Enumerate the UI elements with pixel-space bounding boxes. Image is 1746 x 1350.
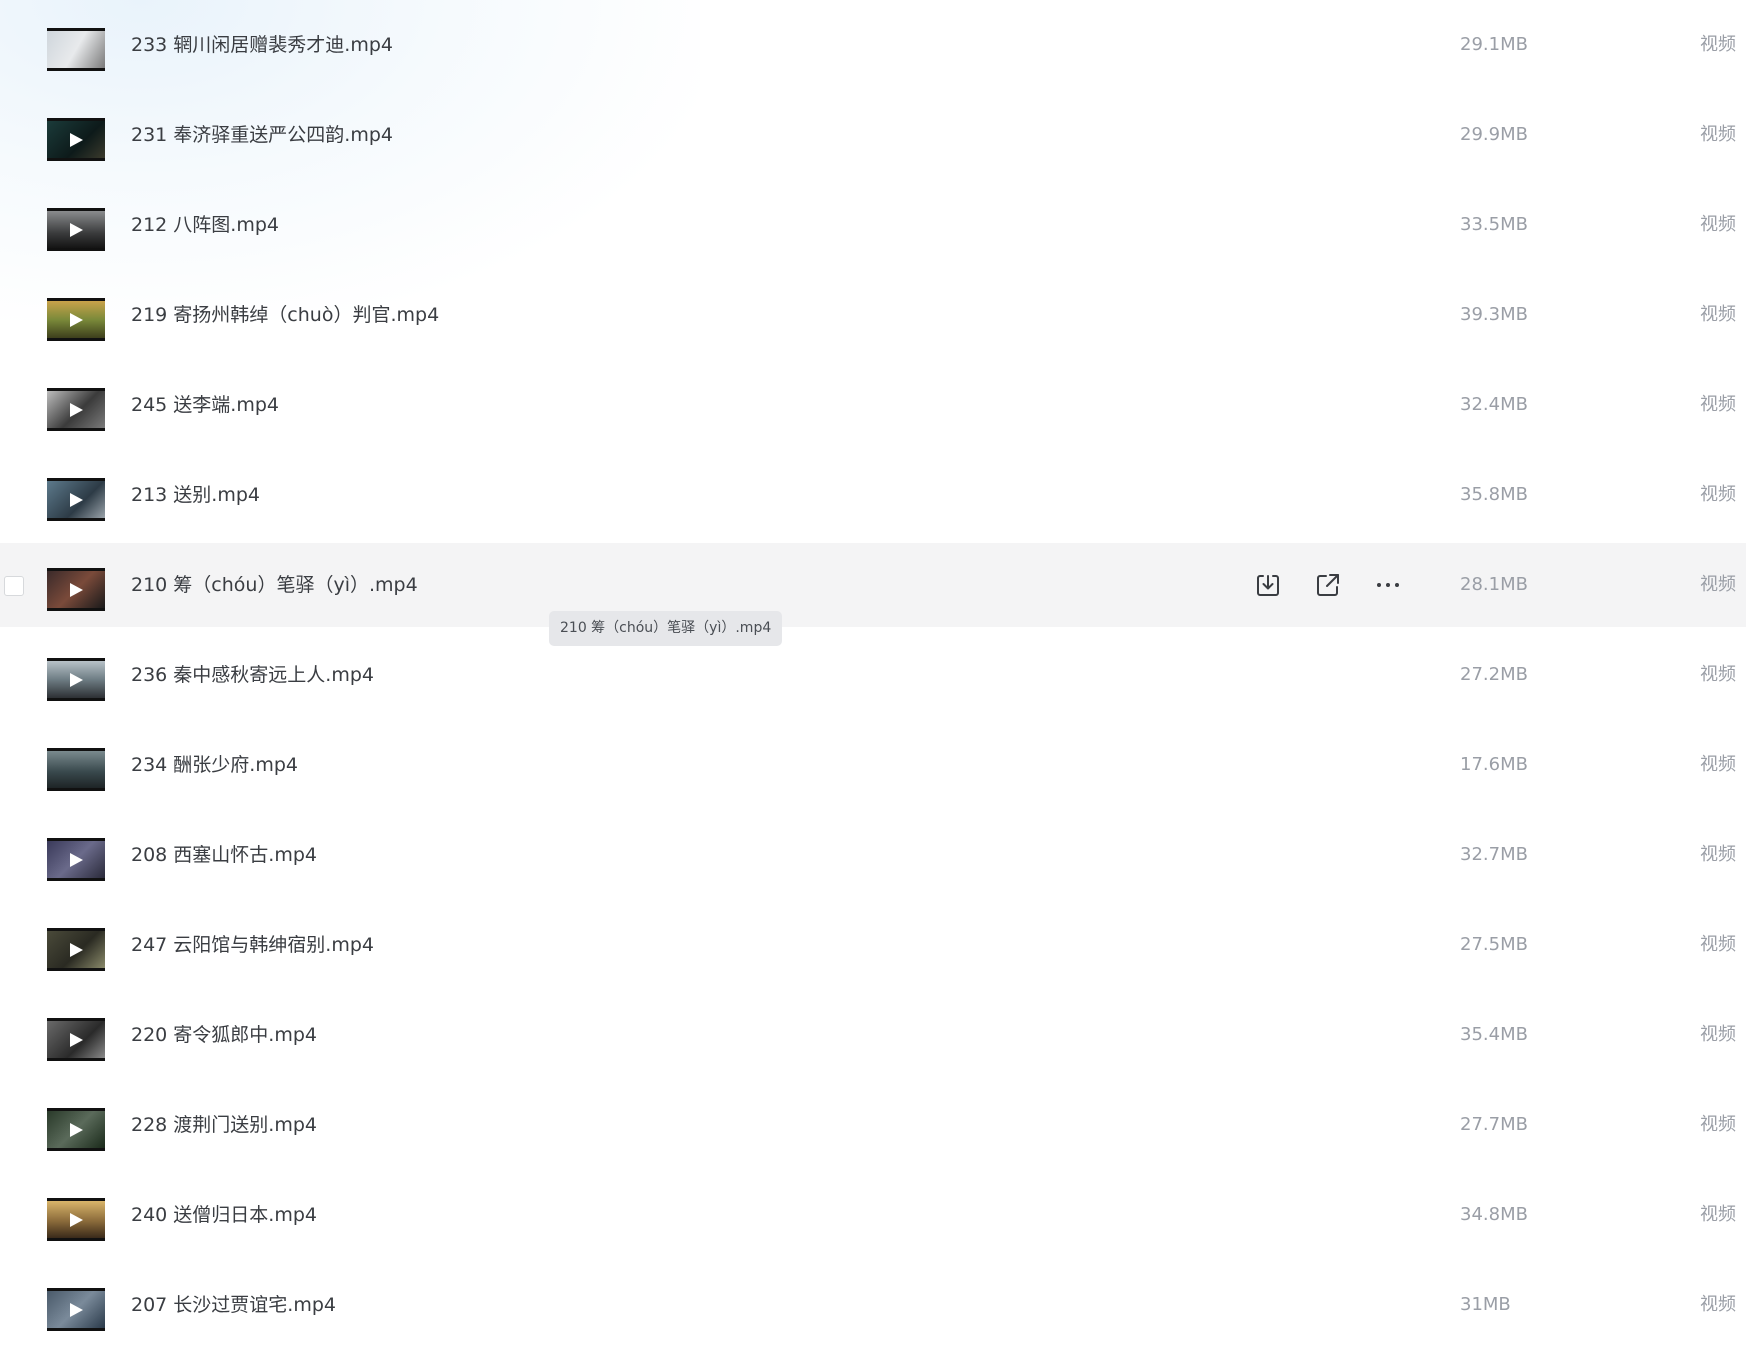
file-size: 17.6MB [1460, 754, 1528, 775]
file-type: 视频 [1700, 1114, 1736, 1135]
file-size: 27.5MB [1460, 934, 1528, 955]
file-name[interactable]: 231 奉济驿重送严公四韵.mp4 [131, 90, 393, 180]
video-thumbnail[interactable] [47, 118, 105, 161]
file-type: 视频 [1700, 754, 1736, 775]
file-type: 视频 [1700, 664, 1736, 685]
play-icon [70, 853, 83, 867]
video-thumbnail[interactable] [47, 388, 105, 431]
video-thumbnail[interactable] [47, 928, 105, 971]
play-icon [70, 313, 83, 327]
file-type: 视频 [1700, 304, 1736, 325]
file-size: 27.7MB [1460, 1114, 1528, 1135]
file-size: 35.4MB [1460, 1024, 1528, 1045]
file-name[interactable]: 212 八阵图.mp4 [131, 180, 279, 270]
row-checkbox[interactable] [4, 576, 24, 596]
file-name[interactable]: 247 云阳馆与韩绅宿别.mp4 [131, 900, 374, 990]
share-icon [1317, 574, 1339, 596]
play-icon [70, 223, 83, 237]
file-name[interactable]: 207 长沙过贾谊宅.mp4 [131, 1260, 336, 1350]
file-size: 35.8MB [1460, 484, 1528, 505]
video-thumbnail[interactable] [47, 1198, 105, 1241]
file-size: 33.5MB [1460, 214, 1528, 235]
file-row[interactable]: 233 辋川闲居赠裴秀才迪.mp4 29.1MB 视频 [0, 0, 1746, 90]
file-type: 视频 [1700, 214, 1736, 235]
file-type: 视频 [1700, 1204, 1736, 1225]
play-icon [70, 583, 83, 597]
video-thumbnail[interactable] [47, 28, 105, 71]
file-row[interactable]: 228 渡荆门送别.mp4 27.7MB 视频 [0, 1080, 1746, 1170]
video-thumbnail[interactable] [47, 658, 105, 701]
file-size: 32.7MB [1460, 844, 1528, 865]
file-name[interactable]: 234 酬张少府.mp4 [131, 720, 298, 810]
video-thumbnail[interactable] [47, 748, 105, 791]
play-icon [70, 493, 83, 507]
video-thumbnail[interactable] [47, 208, 105, 251]
file-size: 29.1MB [1460, 34, 1528, 55]
file-name[interactable]: 219 寄扬州韩绰（chuò）判官.mp4 [131, 270, 439, 360]
more-icon [1377, 583, 1399, 587]
video-thumbnail[interactable] [47, 1288, 105, 1331]
file-type: 视频 [1700, 34, 1736, 55]
file-size: 31MB [1460, 1294, 1511, 1315]
video-thumbnail[interactable] [47, 1018, 105, 1061]
file-list: 233 辋川闲居赠裴秀才迪.mp4 29.1MB 视频 231 奉济驿重送严公四… [0, 0, 1746, 1350]
play-icon [70, 673, 83, 687]
play-icon [70, 943, 83, 957]
file-name[interactable]: 245 送李端.mp4 [131, 360, 279, 450]
file-size: 28.1MB [1460, 574, 1528, 595]
file-name[interactable]: 240 送僧归日本.mp4 [131, 1170, 317, 1260]
file-name[interactable]: 233 辋川闲居赠裴秀才迪.mp4 [131, 0, 393, 90]
file-row[interactable]: 231 奉济驿重送严公四韵.mp4 29.9MB 视频 [0, 90, 1746, 180]
file-row[interactable]: 207 长沙过贾谊宅.mp4 31MB 视频 [0, 1260, 1746, 1350]
file-type: 视频 [1700, 394, 1736, 415]
file-name[interactable]: 228 渡荆门送别.mp4 [131, 1080, 317, 1170]
file-name[interactable]: 236 秦中感秋寄远上人.mp4 [131, 630, 374, 720]
file-row[interactable]: 213 送别.mp4 35.8MB 视频 [0, 450, 1746, 540]
download-icon [1257, 575, 1279, 596]
file-size: 34.8MB [1460, 1204, 1528, 1225]
video-thumbnail[interactable] [47, 478, 105, 521]
play-icon [70, 1213, 83, 1227]
file-size: 32.4MB [1460, 394, 1528, 415]
play-icon [70, 133, 83, 147]
file-size: 27.2MB [1460, 664, 1528, 685]
file-row[interactable]: 234 酬张少府.mp4 17.6MB 视频 [0, 720, 1746, 810]
file-row[interactable]: 212 八阵图.mp4 33.5MB 视频 [0, 180, 1746, 270]
file-name[interactable]: 208 西塞山怀古.mp4 [131, 810, 317, 900]
file-type: 视频 [1700, 1024, 1736, 1045]
file-row[interactable]: 208 西塞山怀古.mp4 32.7MB 视频 [0, 810, 1746, 900]
download-button[interactable] [1254, 571, 1282, 599]
play-icon [70, 1303, 83, 1317]
file-row[interactable]: 245 送李端.mp4 32.4MB 视频 [0, 360, 1746, 450]
file-type: 视频 [1700, 484, 1736, 505]
file-type: 视频 [1700, 844, 1736, 865]
file-row[interactable]: 247 云阳馆与韩绅宿别.mp4 27.5MB 视频 [0, 900, 1746, 990]
file-size: 39.3MB [1460, 304, 1528, 325]
file-type: 视频 [1700, 124, 1736, 145]
more-button[interactable] [1374, 571, 1402, 599]
file-row[interactable]: 219 寄扬州韩绰（chuò）判官.mp4 39.3MB 视频 [0, 270, 1746, 360]
play-icon [70, 1123, 83, 1137]
file-name[interactable]: 220 寄令狐郎中.mp4 [131, 990, 317, 1080]
video-thumbnail[interactable] [47, 1108, 105, 1151]
file-row[interactable]: 240 送僧归日本.mp4 34.8MB 视频 [0, 1170, 1746, 1260]
file-type: 视频 [1700, 574, 1736, 595]
play-icon [70, 1033, 83, 1047]
file-name[interactable]: 213 送别.mp4 [131, 450, 260, 540]
file-name[interactable]: 210 筹（chóu）笔驿（yì）.mp4 [131, 543, 418, 627]
video-thumbnail[interactable] [47, 838, 105, 881]
file-type: 视频 [1700, 934, 1736, 955]
file-type: 视频 [1700, 1294, 1736, 1315]
video-thumbnail[interactable] [47, 298, 105, 341]
file-row-hovered[interactable]: 210 筹（chóu）笔驿（yì）.mp4 28.1MB 视频 [0, 543, 1746, 627]
share-button[interactable] [1314, 571, 1342, 599]
video-thumbnail[interactable] [47, 568, 105, 611]
file-row[interactable]: 220 寄令狐郎中.mp4 35.4MB 视频 [0, 990, 1746, 1080]
play-icon [70, 403, 83, 417]
file-size: 29.9MB [1460, 124, 1528, 145]
file-row[interactable]: 236 秦中感秋寄远上人.mp4 27.2MB 视频 [0, 630, 1746, 720]
filename-tooltip: 210 筹（chóu）笔驿（yì）.mp4 [549, 611, 783, 646]
